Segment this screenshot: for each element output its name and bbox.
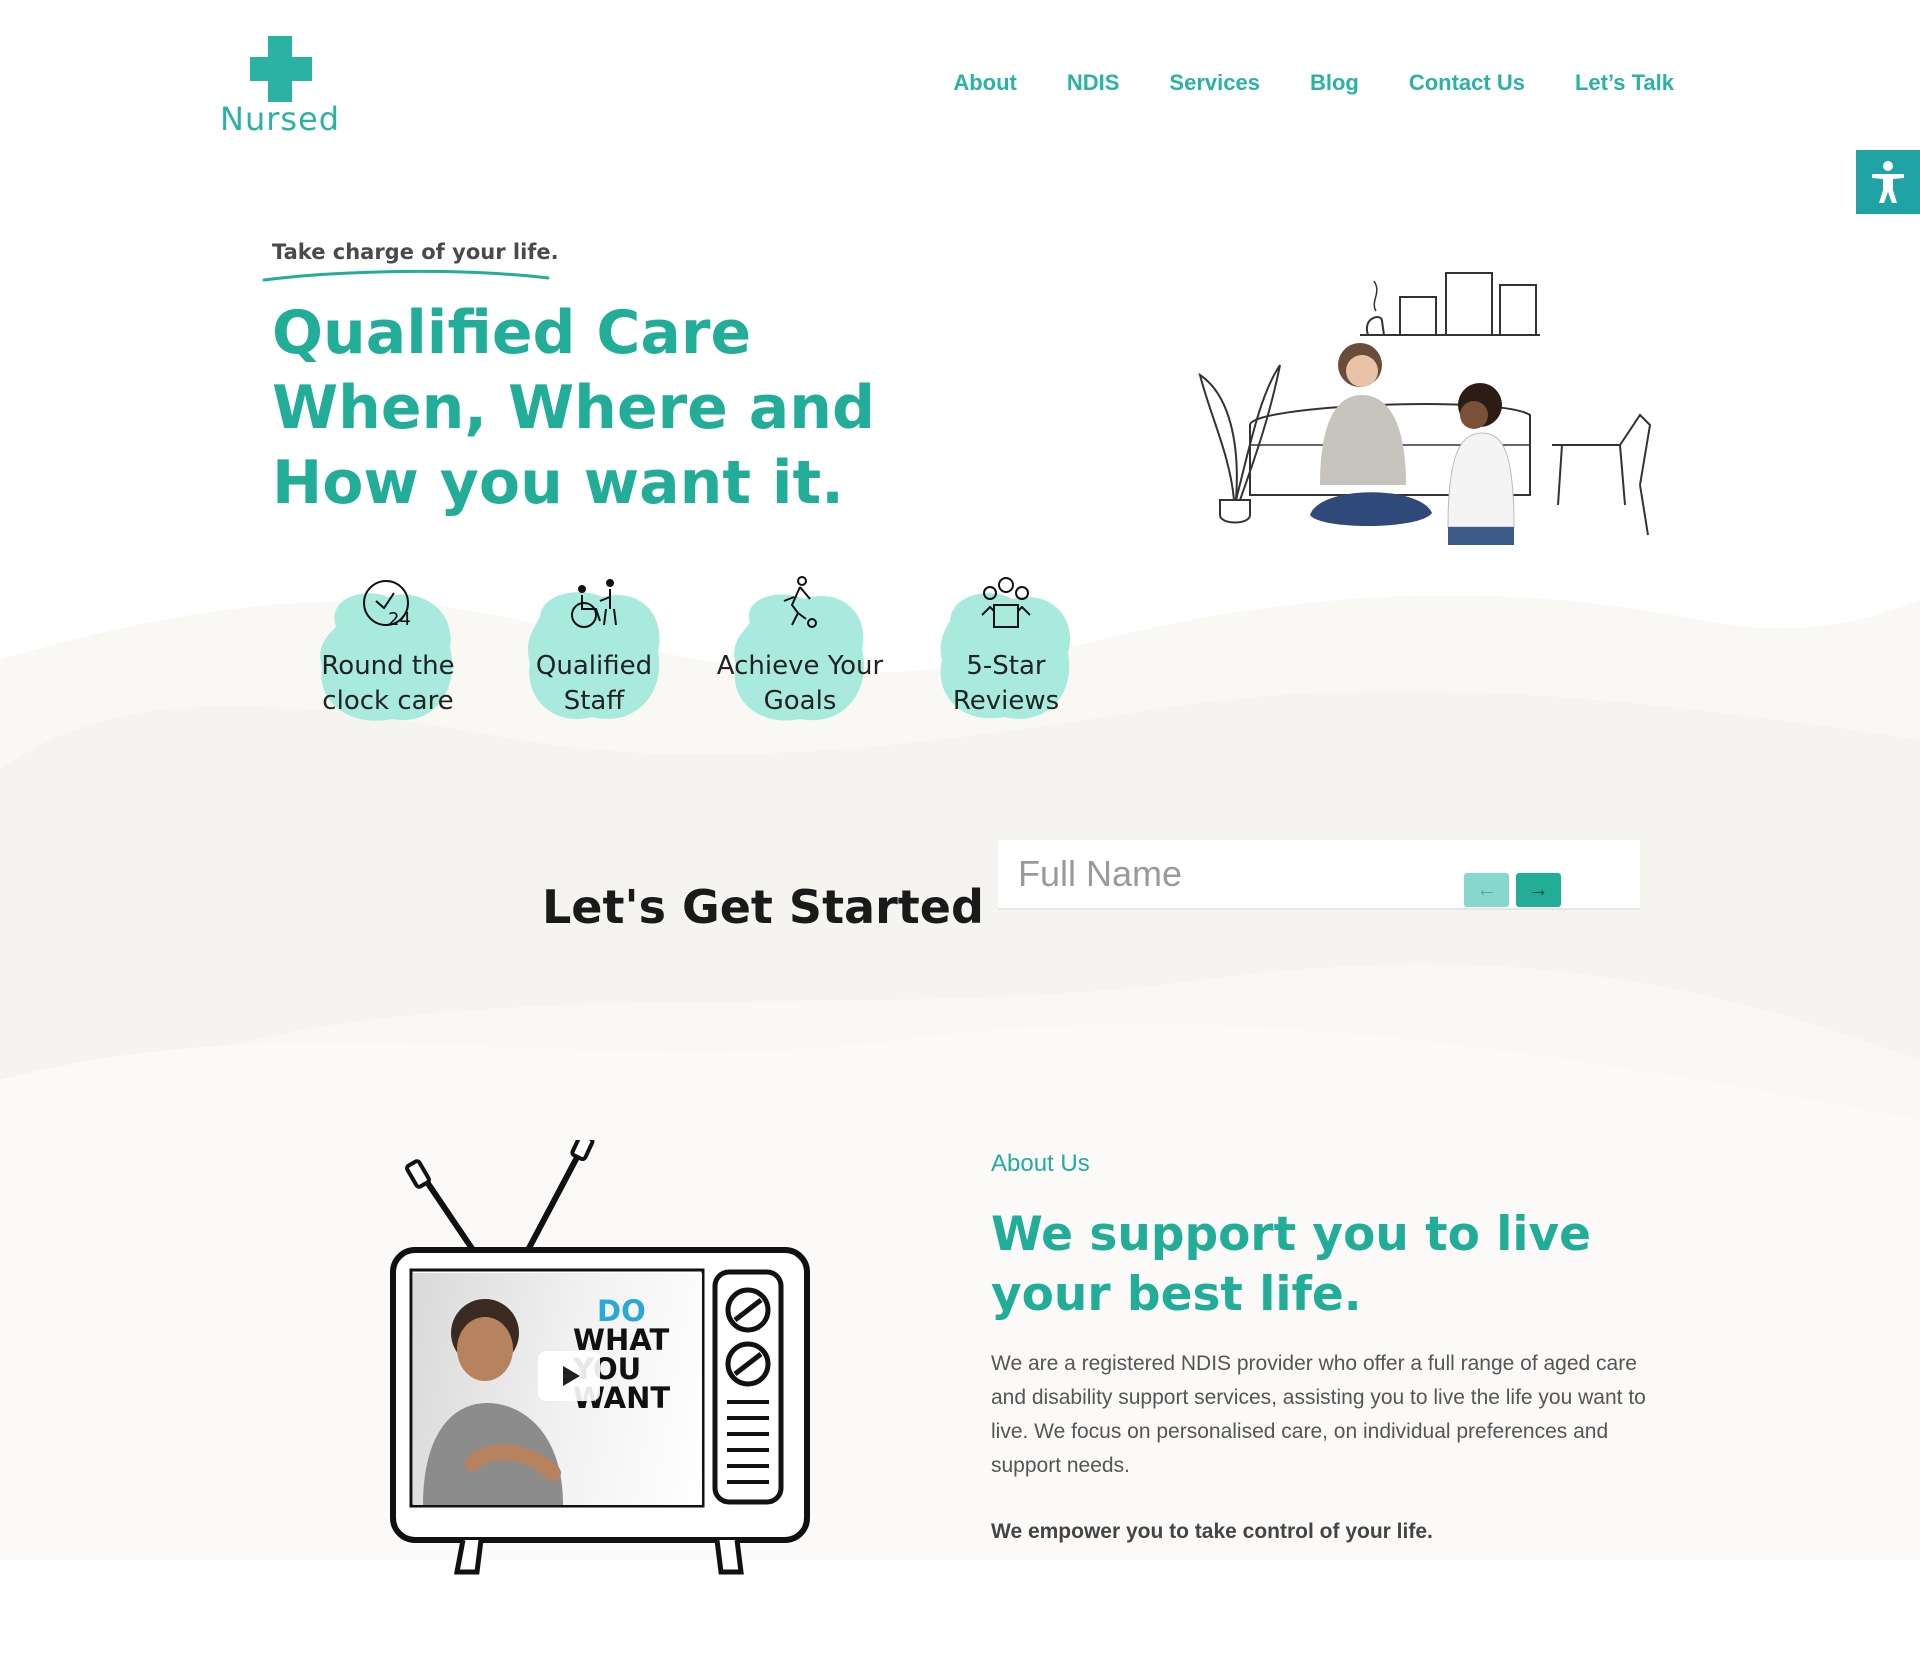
reviews-people-icon [981,577,1031,628]
tagline-underline [262,269,550,282]
get-started-title: Let's Get Started [542,880,984,934]
feature-label: Qualified Staff [535,651,653,716]
about-title: We support you to live your best life. [991,1207,1592,1322]
prev-step-button[interactable]: ← [1464,873,1509,907]
feature-5-star-reviews: 5-Star Reviews [934,575,1078,725]
arrow-right-icon: → [1528,878,1549,901]
feature-label: Round the clock care [321,651,455,716]
woman-and-child-illustration [1198,272,1652,545]
hero-tagline: Take charge of your life. [272,240,559,264]
nav-ndis[interactable]: NDIS [1067,70,1120,96]
feature-list: 24 Round the clock care Qualified Staff … [316,575,1078,725]
runner-goal-icon [783,576,817,628]
nav-contact-us[interactable]: Contact Us [1409,70,1525,96]
hero-title: Qualified Care When, Where and How you w… [272,298,875,518]
feature-qualified-staff: Qualified Staff [522,575,666,725]
nav-about[interactable]: About [953,70,1017,96]
next-step-button[interactable]: → [1516,873,1561,907]
about-kicker: About Us [991,1150,1090,1177]
arrow-left-icon: ← [1476,878,1497,901]
accessibility-icon [1872,161,1904,203]
nav-services[interactable]: Services [1169,70,1260,96]
clock-24-icon: 24 [363,580,411,630]
video-thumbnail[interactable]: DO WHAT YOU WANT [413,1273,702,1505]
play-icon [562,1366,580,1386]
feature-achieve-goals: Achieve Your Goals [717,575,883,725]
feature-label: 5-Star Reviews [952,651,1060,716]
nav-blog[interactable]: Blog [1310,70,1359,96]
video-word-do: DO [597,1294,646,1328]
nursed-logo[interactable]: Nursed [220,36,350,138]
nav-lets-talk[interactable]: Let’s Talk [1575,70,1674,96]
main-nav: About NDIS Services Blog Contact Us Let’… [953,70,1674,96]
logo-cross-bar [250,57,312,81]
accessibility-button[interactable] [1856,150,1920,214]
svg-text:24: 24 [388,609,411,630]
wheelchair-carer-icon [571,579,617,628]
about-body: We are a registered NDIS provider who of… [991,1352,1646,1477]
feature-round-the-clock: 24 Round the clock care [316,575,460,725]
about-empower-statement: We empower you to take control of your l… [991,1520,1433,1543]
feature-label: Achieve Your Goals [716,651,884,716]
logo-wordmark: Nursed [220,100,341,138]
play-button[interactable] [538,1351,600,1401]
get-started-form: ← → [998,840,1640,910]
